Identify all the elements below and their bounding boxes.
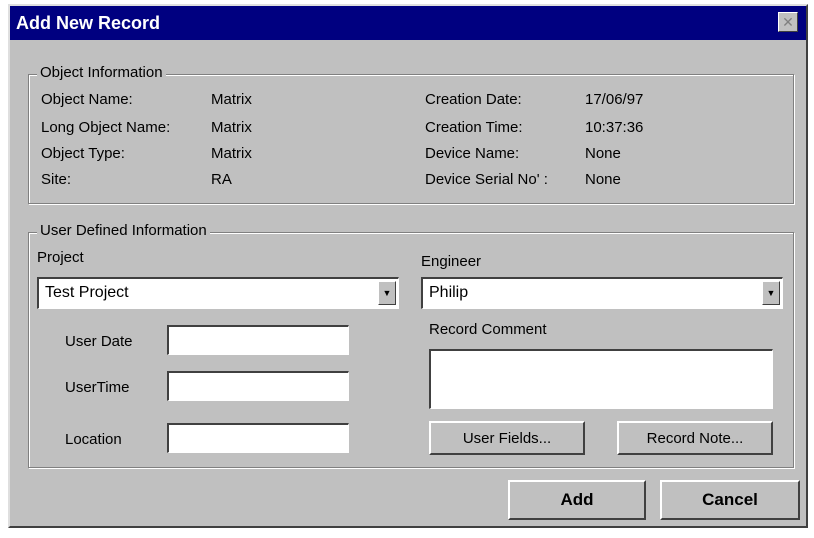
chevron-down-icon[interactable]: ▼ bbox=[762, 281, 780, 305]
user-date-label: User Date bbox=[65, 333, 133, 350]
creation-date-label: Creation Date: bbox=[425, 91, 522, 108]
title-bar: Add New Record ✕ bbox=[10, 6, 806, 40]
window-title: Add New Record bbox=[16, 13, 161, 33]
site-label: Site: bbox=[41, 171, 72, 188]
location-field[interactable] bbox=[167, 423, 349, 453]
record-comment-label: Record Comment bbox=[429, 321, 547, 338]
cancel-button[interactable]: Cancel bbox=[660, 480, 800, 520]
creation-time-value: 10:37:36 bbox=[585, 119, 644, 136]
engineer-selected-value: Philip bbox=[429, 284, 469, 301]
engineer-label: Engineer bbox=[421, 253, 482, 270]
project-label: Project bbox=[37, 249, 84, 266]
close-icon[interactable]: ✕ bbox=[778, 12, 798, 32]
device-name-value: None bbox=[585, 145, 621, 162]
device-serial-label: Device Serial No' : bbox=[425, 171, 548, 188]
object-name-value: Matrix bbox=[211, 91, 252, 108]
engineer-dropdown[interactable]: Philip ▼ bbox=[421, 277, 783, 309]
device-name-label: Device Name: bbox=[425, 145, 520, 162]
object-name-label: Object Name: bbox=[41, 91, 133, 108]
location-label: Location bbox=[65, 431, 122, 448]
object-type-value: Matrix bbox=[211, 145, 252, 162]
project-dropdown[interactable]: Test Project ▼ bbox=[37, 277, 399, 309]
site-value: RA bbox=[211, 171, 232, 188]
project-selected-value: Test Project bbox=[45, 284, 129, 301]
object-type-label: Object Type: bbox=[41, 145, 125, 162]
user-fields-button[interactable]: User Fields... bbox=[429, 421, 585, 455]
user-date-field[interactable] bbox=[167, 325, 349, 355]
object-information-legend: Object Information bbox=[37, 64, 166, 81]
long-object-name-label: Long Object Name: bbox=[41, 119, 171, 136]
record-comment-textarea[interactable] bbox=[429, 349, 773, 409]
record-note-button[interactable]: Record Note... bbox=[617, 421, 773, 455]
object-information-group: Object Information Object Name: Matrix L… bbox=[28, 64, 794, 204]
device-serial-value: None bbox=[585, 171, 621, 188]
chevron-down-icon[interactable]: ▼ bbox=[378, 281, 396, 305]
user-defined-information-group: User Defined Information Project Test Pr… bbox=[28, 222, 794, 468]
creation-time-label: Creation Time: bbox=[425, 119, 523, 136]
user-time-label: UserTime bbox=[65, 379, 130, 396]
creation-date-value: 17/06/97 bbox=[585, 91, 644, 108]
long-object-name-value: Matrix bbox=[211, 119, 252, 136]
add-new-record-dialog: Add New Record ✕ Object Information Obje… bbox=[8, 4, 808, 528]
add-button[interactable]: Add bbox=[508, 480, 646, 520]
user-defined-information-legend: User Defined Information bbox=[37, 222, 210, 239]
user-time-field[interactable] bbox=[167, 371, 349, 401]
